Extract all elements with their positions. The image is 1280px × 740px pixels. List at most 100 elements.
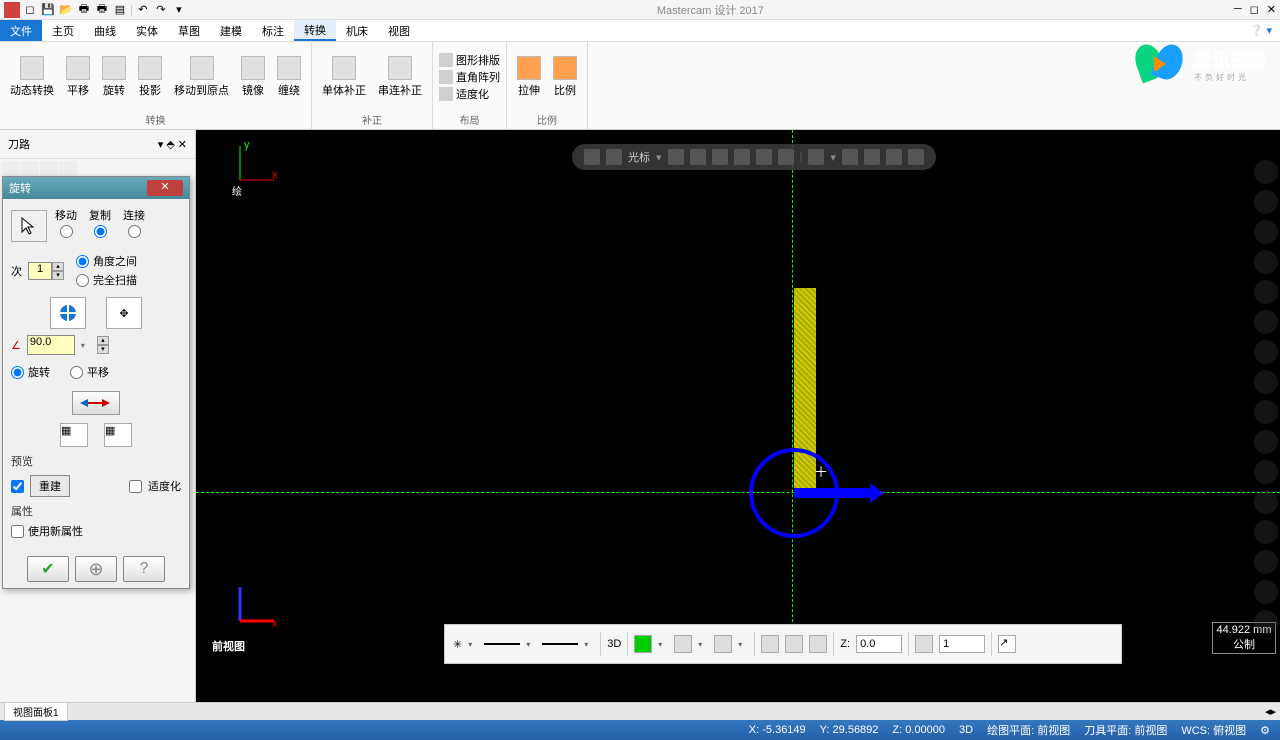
color3-icon[interactable] xyxy=(714,635,732,653)
line-weight[interactable] xyxy=(542,643,578,645)
angle-input[interactable]: 90.0 xyxy=(27,335,75,355)
nesting-button[interactable]: 图形排版 xyxy=(439,52,500,68)
edit-icon[interactable]: ↗ xyxy=(998,635,1016,653)
ft-cursor-icon[interactable] xyxy=(606,149,622,165)
tab-model[interactable]: 建模 xyxy=(210,20,252,41)
layer-icon[interactable] xyxy=(915,635,933,653)
rt-15[interactable] xyxy=(1254,580,1278,604)
level-icon3[interactable] xyxy=(809,635,827,653)
rt-16[interactable] xyxy=(1254,610,1278,634)
help-button[interactable]: ? xyxy=(123,556,165,582)
level-icon2[interactable] xyxy=(785,635,803,653)
redo-icon[interactable]: ↷ xyxy=(153,2,169,18)
count-input[interactable]: 1 xyxy=(28,262,52,280)
wrap-button[interactable]: 缠绕 xyxy=(273,54,305,100)
tab-file[interactable]: 文件 xyxy=(0,20,42,41)
tab-next-icon[interactable]: ▸ xyxy=(1270,705,1276,718)
pick-point-button[interactable]: ✥ xyxy=(106,297,142,329)
rt-10[interactable] xyxy=(1254,430,1278,454)
translate-button[interactable]: 平移 xyxy=(62,54,94,100)
tab-sketch[interactable]: 草图 xyxy=(168,20,210,41)
rt-13[interactable] xyxy=(1254,520,1278,544)
tab-transform[interactable]: 转换 xyxy=(294,20,336,41)
stretch-button[interactable]: 拉伸 xyxy=(513,54,545,100)
help-icon[interactable]: ❔ ▾ xyxy=(1242,20,1280,41)
save-icon[interactable]: 💾 xyxy=(40,2,56,18)
level-icon1[interactable] xyxy=(761,635,779,653)
ft-b7[interactable] xyxy=(864,149,880,165)
angle-dropdown[interactable]: ▾ xyxy=(81,341,91,350)
rt-4[interactable] xyxy=(1254,250,1278,274)
ft-b8[interactable] xyxy=(908,149,924,165)
rt-6[interactable] xyxy=(1254,310,1278,334)
z-input[interactable] xyxy=(856,635,902,653)
ft-b2[interactable] xyxy=(712,149,728,165)
count-down[interactable]: ▾ xyxy=(52,271,64,280)
qat-more-icon[interactable]: ▾ xyxy=(171,2,187,18)
single-offset-button[interactable]: 单体补正 xyxy=(318,54,370,100)
rt-14[interactable] xyxy=(1254,550,1278,574)
tab-solids[interactable]: 实体 xyxy=(126,20,168,41)
rt-8[interactable] xyxy=(1254,370,1278,394)
fit-button[interactable]: 适度化 xyxy=(439,86,500,102)
panel-pin-icon[interactable]: ⬘ xyxy=(166,138,174,151)
rt-12[interactable] xyxy=(1254,490,1278,514)
mirror-button[interactable]: 镜像 xyxy=(237,54,269,100)
ft-refresh-icon[interactable] xyxy=(886,149,902,165)
angle-up[interactable]: ▴ xyxy=(97,336,109,345)
rt-2[interactable] xyxy=(1254,190,1278,214)
rt-7[interactable] xyxy=(1254,340,1278,364)
rt-3[interactable] xyxy=(1254,220,1278,244)
layer-input[interactable] xyxy=(939,635,985,653)
select-icon[interactable] xyxy=(11,210,47,242)
rotate-button[interactable]: 旋转 xyxy=(98,54,130,100)
copy-radio[interactable] xyxy=(94,225,107,238)
tab-view[interactable]: 视图 xyxy=(378,20,420,41)
angle-between-radio[interactable] xyxy=(76,255,89,268)
status-wcs[interactable]: WCS: 俯视图 xyxy=(1181,722,1246,738)
panel-dropdown-icon[interactable]: ▾ xyxy=(158,138,164,151)
view-panel-tab[interactable]: 视图面板1 xyxy=(4,702,68,721)
undo-icon[interactable]: ↶ xyxy=(135,2,151,18)
tab-machine[interactable]: 机床 xyxy=(336,20,378,41)
join-radio[interactable] xyxy=(128,225,141,238)
color2-icon[interactable] xyxy=(674,635,692,653)
rect-array-button[interactable]: 直角阵列 xyxy=(439,69,500,85)
status-cplane[interactable]: 绘图平面: 前视图 xyxy=(987,722,1070,738)
point-style-icon[interactable]: ✳ xyxy=(453,638,462,651)
use-new-attr-checkbox[interactable] xyxy=(11,525,24,538)
color-picker-icon[interactable] xyxy=(634,635,652,653)
grid-btn-2[interactable]: ▦ xyxy=(104,423,132,447)
rebuild-button[interactable]: 重建 xyxy=(30,475,70,497)
open-icon[interactable]: 📂 xyxy=(58,2,74,18)
full-sweep-radio[interactable] xyxy=(76,274,89,287)
scale-button[interactable]: 比例 xyxy=(549,54,581,100)
optimize-checkbox[interactable] xyxy=(129,480,142,493)
grid-btn-1[interactable]: ▦ xyxy=(60,423,88,447)
ft-lock-icon[interactable] xyxy=(584,149,600,165)
rt-1[interactable] xyxy=(1254,160,1278,184)
status-3d[interactable]: 3D xyxy=(959,724,973,736)
ft-b5[interactable] xyxy=(778,149,794,165)
rotation-gizmo-arrow[interactable] xyxy=(794,488,874,498)
tab-curves[interactable]: 曲线 xyxy=(84,20,126,41)
status-tplane[interactable]: 刀具平面: 前视图 xyxy=(1084,722,1167,738)
mode-3d[interactable]: 3D xyxy=(607,638,621,650)
dynamic-transform-button[interactable]: 动态转换 xyxy=(6,54,58,100)
origin-icon-button[interactable] xyxy=(50,297,86,329)
translate-radio[interactable] xyxy=(70,366,83,379)
ft-b6[interactable] xyxy=(842,149,858,165)
ft-b1[interactable] xyxy=(690,149,706,165)
tab-annotate[interactable]: 标注 xyxy=(252,20,294,41)
ft-b4[interactable] xyxy=(756,149,772,165)
rt-9[interactable] xyxy=(1254,400,1278,424)
dialog-close-button[interactable]: ✕ xyxy=(147,180,183,196)
ft-grid-icon[interactable] xyxy=(808,149,824,165)
line-style[interactable] xyxy=(484,643,520,645)
ok-button[interactable]: ✔ xyxy=(27,556,69,582)
chain-offset-button[interactable]: 串连补正 xyxy=(374,54,426,100)
ft-b3[interactable] xyxy=(734,149,750,165)
viewport[interactable]: yx 绘 ＋ 光标 ▾ | ▾ x xyxy=(196,130,1280,702)
move-radio[interactable] xyxy=(60,225,73,238)
count-up[interactable]: ▴ xyxy=(52,262,64,271)
